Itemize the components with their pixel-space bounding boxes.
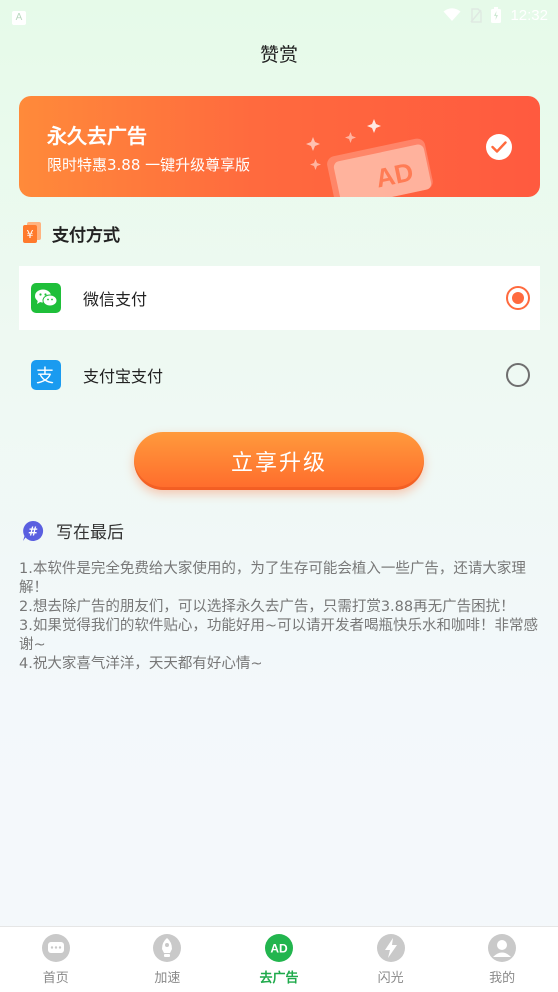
notes-section-header: # 写在最后 xyxy=(22,518,124,543)
tab-remove-ads-label: 去广告 xyxy=(259,971,299,986)
lightning-icon xyxy=(376,934,405,962)
chat-bubble-icon xyxy=(41,934,70,962)
tab-accelerate[interactable]: 加速 xyxy=(122,933,212,986)
page-title: 赞赏 xyxy=(259,44,298,66)
notes-text: 1.本软件是完全免费给大家使用的，为了生存可能会植入一些广告，还请大家理解！ 2… xyxy=(19,560,539,674)
note-line: 2.想去除广告的朋友们，可以选择永久去广告，只需打赏3.88再无广告困扰！ xyxy=(19,599,515,615)
remove-ads-title: 永久去广告 xyxy=(47,124,147,148)
yuan-icon: ¥ xyxy=(23,222,41,243)
tab-home[interactable]: 首页 xyxy=(11,933,101,986)
ad-icon: AD xyxy=(264,934,293,962)
status-bar: A 12:32 xyxy=(0,0,558,30)
hash-icon: # xyxy=(23,520,44,541)
wechat-pay-icon xyxy=(31,283,61,313)
no-sim-icon xyxy=(470,7,483,23)
tab-profile-label: 我的 xyxy=(489,971,516,986)
status-left: A xyxy=(12,5,26,25)
tab-home-label: 首页 xyxy=(42,971,69,986)
user-icon xyxy=(488,934,517,962)
note-line: 4.祝大家喜气洋洋，天天都有好心情~ xyxy=(19,656,263,672)
payment-option-wechat[interactable]: 微信支付 xyxy=(19,266,540,330)
remove-ads-card[interactable]: 永久去广告 限时特惠3.88 一键升级尊享版 AD xyxy=(19,96,540,197)
status-right: 12:32 xyxy=(443,7,548,24)
alipay-icon: 支 xyxy=(31,360,61,390)
ad-ticket-illustration: AD xyxy=(306,119,433,197)
upgrade-now-button[interactable]: 立享升级 xyxy=(134,432,424,490)
tab-profile[interactable]: 我的 xyxy=(457,933,547,986)
payment-option-alipay[interactable]: 支 支付宝支付 xyxy=(19,343,540,407)
remove-ads-subtitle: 限时特惠3.88 一键升级尊享版 xyxy=(47,156,251,174)
tab-accelerate-label: 加速 xyxy=(154,971,181,986)
payment-section-header: ¥ 支付方式 xyxy=(22,220,120,246)
bottom-tab-bar: 首页 加速 AD 去广告 闪光 我的 xyxy=(0,926,558,992)
payment-option-wechat-radio[interactable] xyxy=(506,286,530,310)
payment-option-alipay-label: 支付宝支付 xyxy=(83,367,164,386)
ad-card-check-icon xyxy=(486,134,512,160)
notification-app-icon: A xyxy=(12,11,26,25)
note-line: 3.如果觉得我们的软件贴心，功能好用~可以请开发者喝瓶快乐水和咖啡！非常感谢~ xyxy=(19,618,538,653)
rocket-icon xyxy=(153,934,182,962)
payment-option-wechat-label: 微信支付 xyxy=(83,290,148,309)
battery-icon xyxy=(491,7,502,23)
tab-flash-label: 闪光 xyxy=(377,971,404,986)
notes-section-label: 写在最后 xyxy=(56,523,124,543)
ad-icon-text: AD xyxy=(270,942,288,956)
wifi-icon xyxy=(443,8,461,21)
svg-text:支: 支 xyxy=(36,366,54,387)
svg-text:#: # xyxy=(28,524,38,538)
tab-remove-ads[interactable]: AD 去广告 xyxy=(234,933,324,986)
tab-flash[interactable]: 闪光 xyxy=(346,933,436,986)
svg-text:¥: ¥ xyxy=(27,228,34,241)
note-line: 1.本软件是完全免费给大家使用的，为了生存可能会植入一些广告，还请大家理解！ xyxy=(19,561,526,596)
payment-section-label: 支付方式 xyxy=(52,225,120,246)
payment-option-alipay-radio[interactable] xyxy=(506,363,530,387)
status-time: 12:32 xyxy=(510,6,548,24)
